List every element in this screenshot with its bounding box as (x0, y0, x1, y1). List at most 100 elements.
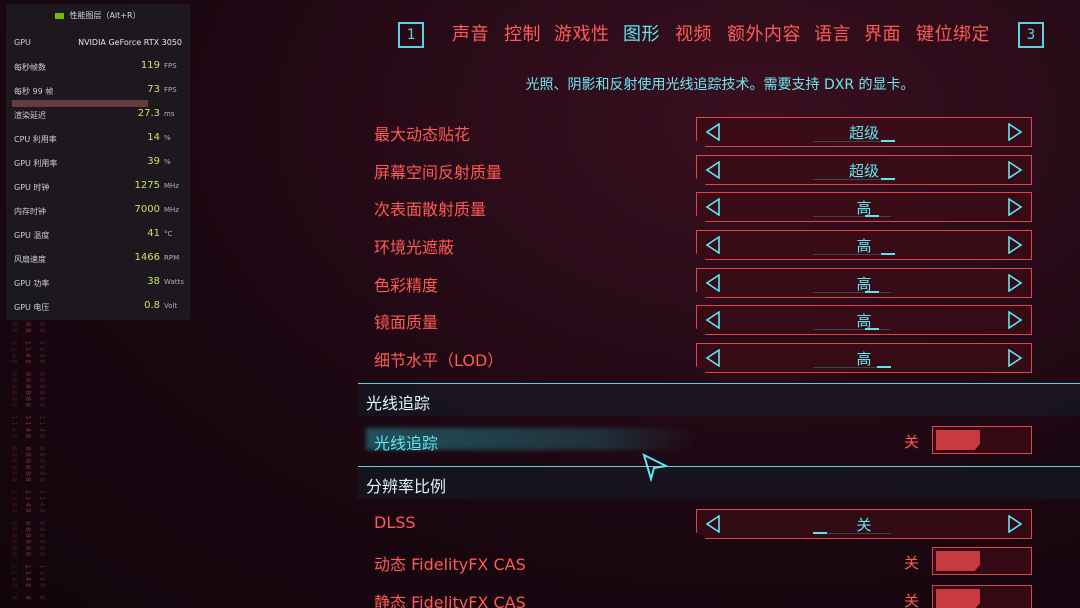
tab-key-bindings[interactable]: 键位绑定 (916, 20, 990, 46)
selector-track (813, 179, 891, 180)
metric-value: 1275 (134, 180, 160, 191)
setting-row-static-cas[interactable]: 静态 FidelityFX CAS 关 (360, 583, 1080, 608)
metric-value: 41 (147, 228, 160, 239)
subsurface-scattering-selector[interactable]: 高 (696, 192, 1032, 222)
setting-label: 环境光遮蔽 (374, 238, 455, 257)
arrow-right-icon[interactable] (1007, 274, 1023, 292)
toggle-state-text: 关 (904, 433, 920, 451)
metric-value: 14 (147, 132, 160, 143)
arrow-right-icon[interactable] (1007, 311, 1023, 329)
metric-value: 39 (147, 156, 160, 167)
setting-row-mirror-quality[interactable]: 镜面质量 高 (360, 303, 1080, 337)
toggle-knob (936, 589, 980, 608)
metric-label: GPU 电压 (14, 303, 50, 312)
arrow-right-icon[interactable] (1007, 198, 1023, 216)
latency-highlight-bar (12, 100, 148, 107)
prev-tab-key[interactable]: 1 (398, 22, 424, 48)
overlay-metric-row: 每秒帧数 119 FPS (14, 60, 184, 76)
selector-position-marker (877, 366, 891, 368)
overlay-metric-row: GPU 功率 38 Watts (14, 276, 184, 292)
static-cas-toggle[interactable] (932, 585, 1032, 608)
toggle-knob (936, 430, 980, 450)
gpu-name: NVIDIA GeForce RTX 3050 (78, 38, 182, 47)
overlay-metric-row: GPU 时钟 1275 MHz (14, 180, 184, 196)
level-of-detail-selector[interactable]: 高 (696, 343, 1032, 373)
overlay-metric-row: GPU 利用率 39% (14, 156, 184, 172)
selector-value: 高 (856, 275, 872, 293)
selector-position-marker (881, 178, 895, 180)
metric-label: CPU 利用率 (14, 135, 57, 144)
selector-value: 高 (856, 237, 872, 255)
tab-language[interactable]: 语言 (814, 20, 851, 46)
mirror-quality-selector[interactable]: 高 (696, 305, 1032, 335)
metric-label: 每秒帧数 (14, 63, 46, 72)
ambient-occlusion-selector[interactable]: 高 (696, 230, 1032, 260)
metric-label: 风扇速度 (14, 255, 46, 264)
tab-extra-content[interactable]: 额外内容 (727, 20, 801, 46)
next-tab-key[interactable]: 3 (1018, 22, 1044, 48)
overlay-metric-row: 内存时钟 7000 MHz (14, 204, 184, 220)
screen-space-reflections-selector[interactable]: 超级 (696, 155, 1032, 185)
selector-value: 高 (856, 199, 872, 217)
metric-unit: Watts (164, 278, 184, 286)
mouse-cursor-icon (642, 453, 670, 482)
setting-row-dlss[interactable]: DLSS 关 (360, 507, 1080, 541)
selector-track (813, 216, 891, 217)
arrow-right-icon[interactable] (1007, 236, 1023, 254)
arrow-right-icon[interactable] (1007, 349, 1023, 367)
raytracing-toggle[interactable] (932, 426, 1032, 454)
setting-row-raytracing[interactable]: 光线追踪 关 (360, 424, 1080, 458)
section-header-resolution-scaling: 分辨率比例 (358, 466, 1080, 499)
tab-interface[interactable]: 界面 (864, 20, 901, 46)
setting-row-color-precision[interactable]: 色彩精度 高 (360, 266, 1080, 300)
metric-label: 渲染延迟 (14, 111, 46, 120)
overlay-title-text: 性能图层（Alt+R） (69, 11, 141, 20)
decorative-code-strip: 0B 1148 000000 1148 000000 1148 000000 1… (38, 322, 46, 602)
toggle-knob (936, 551, 980, 571)
arrow-right-icon[interactable] (1007, 515, 1023, 533)
arrow-right-icon[interactable] (1007, 123, 1023, 141)
setting-row-ambient-occlusion[interactable]: 环境光遮蔽 高 (360, 228, 1080, 262)
metric-unit: % (164, 134, 171, 142)
selector-position-marker (881, 253, 895, 255)
setting-label: 动态 FidelityFX CAS (374, 555, 526, 574)
setting-label: 光线追踪 (374, 434, 439, 453)
game-screen: 性能图层（Alt+R） GPU NVIDIA GeForce RTX 3050 … (0, 0, 1080, 608)
metric-unit: °C (164, 230, 173, 238)
selector-value: 超级 (848, 124, 879, 142)
settings-tab-bar: 1 声音 控制 游戏性 图形 视频 额外内容 语言 界面 键位绑定 3 (398, 20, 1048, 52)
setting-row-dynamic-cas[interactable]: 动态 FidelityFX CAS 关 (360, 545, 1080, 579)
metric-label: GPU 时钟 (14, 183, 50, 192)
max-dynamic-decals-selector[interactable]: 超级 (696, 117, 1032, 147)
setting-row-screen-space-reflections[interactable]: 屏幕空间反射质量 超级 (360, 153, 1080, 187)
tab-sound[interactable]: 声音 (452, 20, 489, 46)
selector-value: 高 (856, 312, 872, 330)
color-precision-selector[interactable]: 高 (696, 268, 1032, 298)
tab-video[interactable]: 视频 (675, 20, 712, 46)
metric-value: 1466 (134, 252, 160, 263)
setting-row-subsurface-scattering[interactable]: 次表面散射质量 高 (360, 190, 1080, 224)
overlay-metric-row: GPU 电压 0.8 Volt (14, 300, 184, 316)
metric-value: 7000 (134, 204, 160, 215)
overlay-metric-row: 每秒 99 帧 73 FPS (14, 84, 184, 100)
setting-label: 镜面质量 (374, 313, 439, 332)
toggle-state-text: 关 (904, 554, 920, 572)
setting-row-max-dynamic-decals[interactable]: 最大动态贴花 超级 (360, 115, 1080, 149)
metric-unit: Volt (164, 302, 178, 310)
selector-position-marker (865, 215, 879, 217)
tab-graphics[interactable]: 图形 (623, 20, 660, 46)
metric-label: 内存时钟 (14, 207, 46, 216)
dlss-selector[interactable]: 关 (696, 509, 1032, 539)
dynamic-cas-toggle[interactable] (932, 547, 1032, 575)
metric-value: 27.3 (137, 108, 160, 119)
selector-position-marker (813, 532, 827, 534)
section-title: 光线追踪 (366, 394, 431, 413)
arrow-right-icon[interactable] (1007, 161, 1023, 179)
overlay-gpu-row: GPU NVIDIA GeForce RTX 3050 (14, 36, 184, 52)
performance-overlay: 性能图层（Alt+R） GPU NVIDIA GeForce RTX 3050 … (6, 4, 190, 320)
selector-track (813, 292, 891, 293)
tab-gameplay[interactable]: 游戏性 (554, 20, 610, 46)
tab-controls[interactable]: 控制 (504, 20, 541, 46)
setting-row-level-of-detail[interactable]: 细节水平（LOD） 高 (360, 341, 1080, 375)
selector-value: 高 (856, 350, 872, 368)
